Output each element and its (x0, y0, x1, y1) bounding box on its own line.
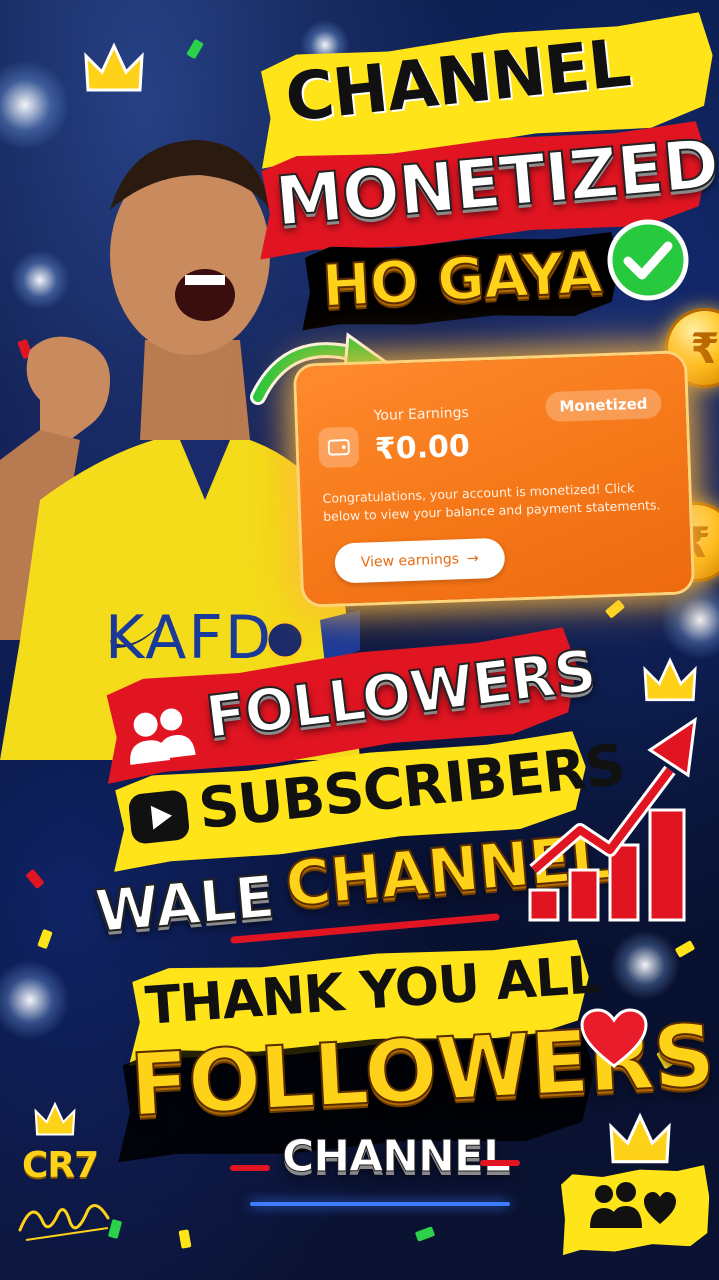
arrow-right-icon: → (466, 550, 480, 567)
thumbnail-canvas: KAFD CHANNEL MONETIZED HO GAYA ₹ ₹ Your … (0, 0, 719, 1280)
thanks-line3: CHANNEL (282, 1131, 512, 1182)
stadium-light (610, 930, 680, 1000)
group-heart-icon (590, 1182, 676, 1228)
cr7-logo: CR7 (22, 1145, 99, 1186)
dash-left (230, 1165, 270, 1171)
confetti (25, 868, 45, 890)
dash-right (480, 1160, 520, 1166)
stadium-light (660, 580, 719, 660)
earnings-label: Your Earnings (373, 404, 470, 425)
crown-icon (34, 1101, 76, 1136)
confetti (414, 1226, 436, 1242)
earnings-amount: ₹0.00 (374, 428, 471, 468)
heart-icon (580, 1008, 648, 1068)
confetti (186, 38, 204, 60)
headline-line3: HO GAYA (319, 237, 604, 322)
growth-chart-icon (528, 716, 697, 922)
signature-icon (18, 1204, 110, 1241)
crown-icon (643, 657, 697, 702)
glow-line (250, 1202, 510, 1206)
stadium-light (0, 960, 70, 1040)
earnings-card: Your Earnings ₹0.00 Monetized Congratula… (295, 353, 693, 605)
followers-icon (130, 708, 196, 765)
promo-wale: WALE (91, 861, 277, 946)
crown-icon (609, 1112, 671, 1164)
play-icon (128, 790, 190, 844)
monetized-badge: Monetized (544, 388, 662, 423)
jersey-sponsor-text: KAFD (105, 603, 274, 673)
confetti (604, 599, 626, 619)
view-earnings-label: View earnings (360, 551, 460, 571)
view-earnings-button[interactable]: View earnings → (334, 537, 506, 584)
confetti (178, 1229, 192, 1249)
confetti (674, 940, 696, 958)
confetti (37, 928, 53, 950)
wallet-icon (318, 426, 360, 469)
earnings-message: Congratulations, your account is monetiz… (322, 480, 661, 524)
check-icon (607, 219, 689, 301)
